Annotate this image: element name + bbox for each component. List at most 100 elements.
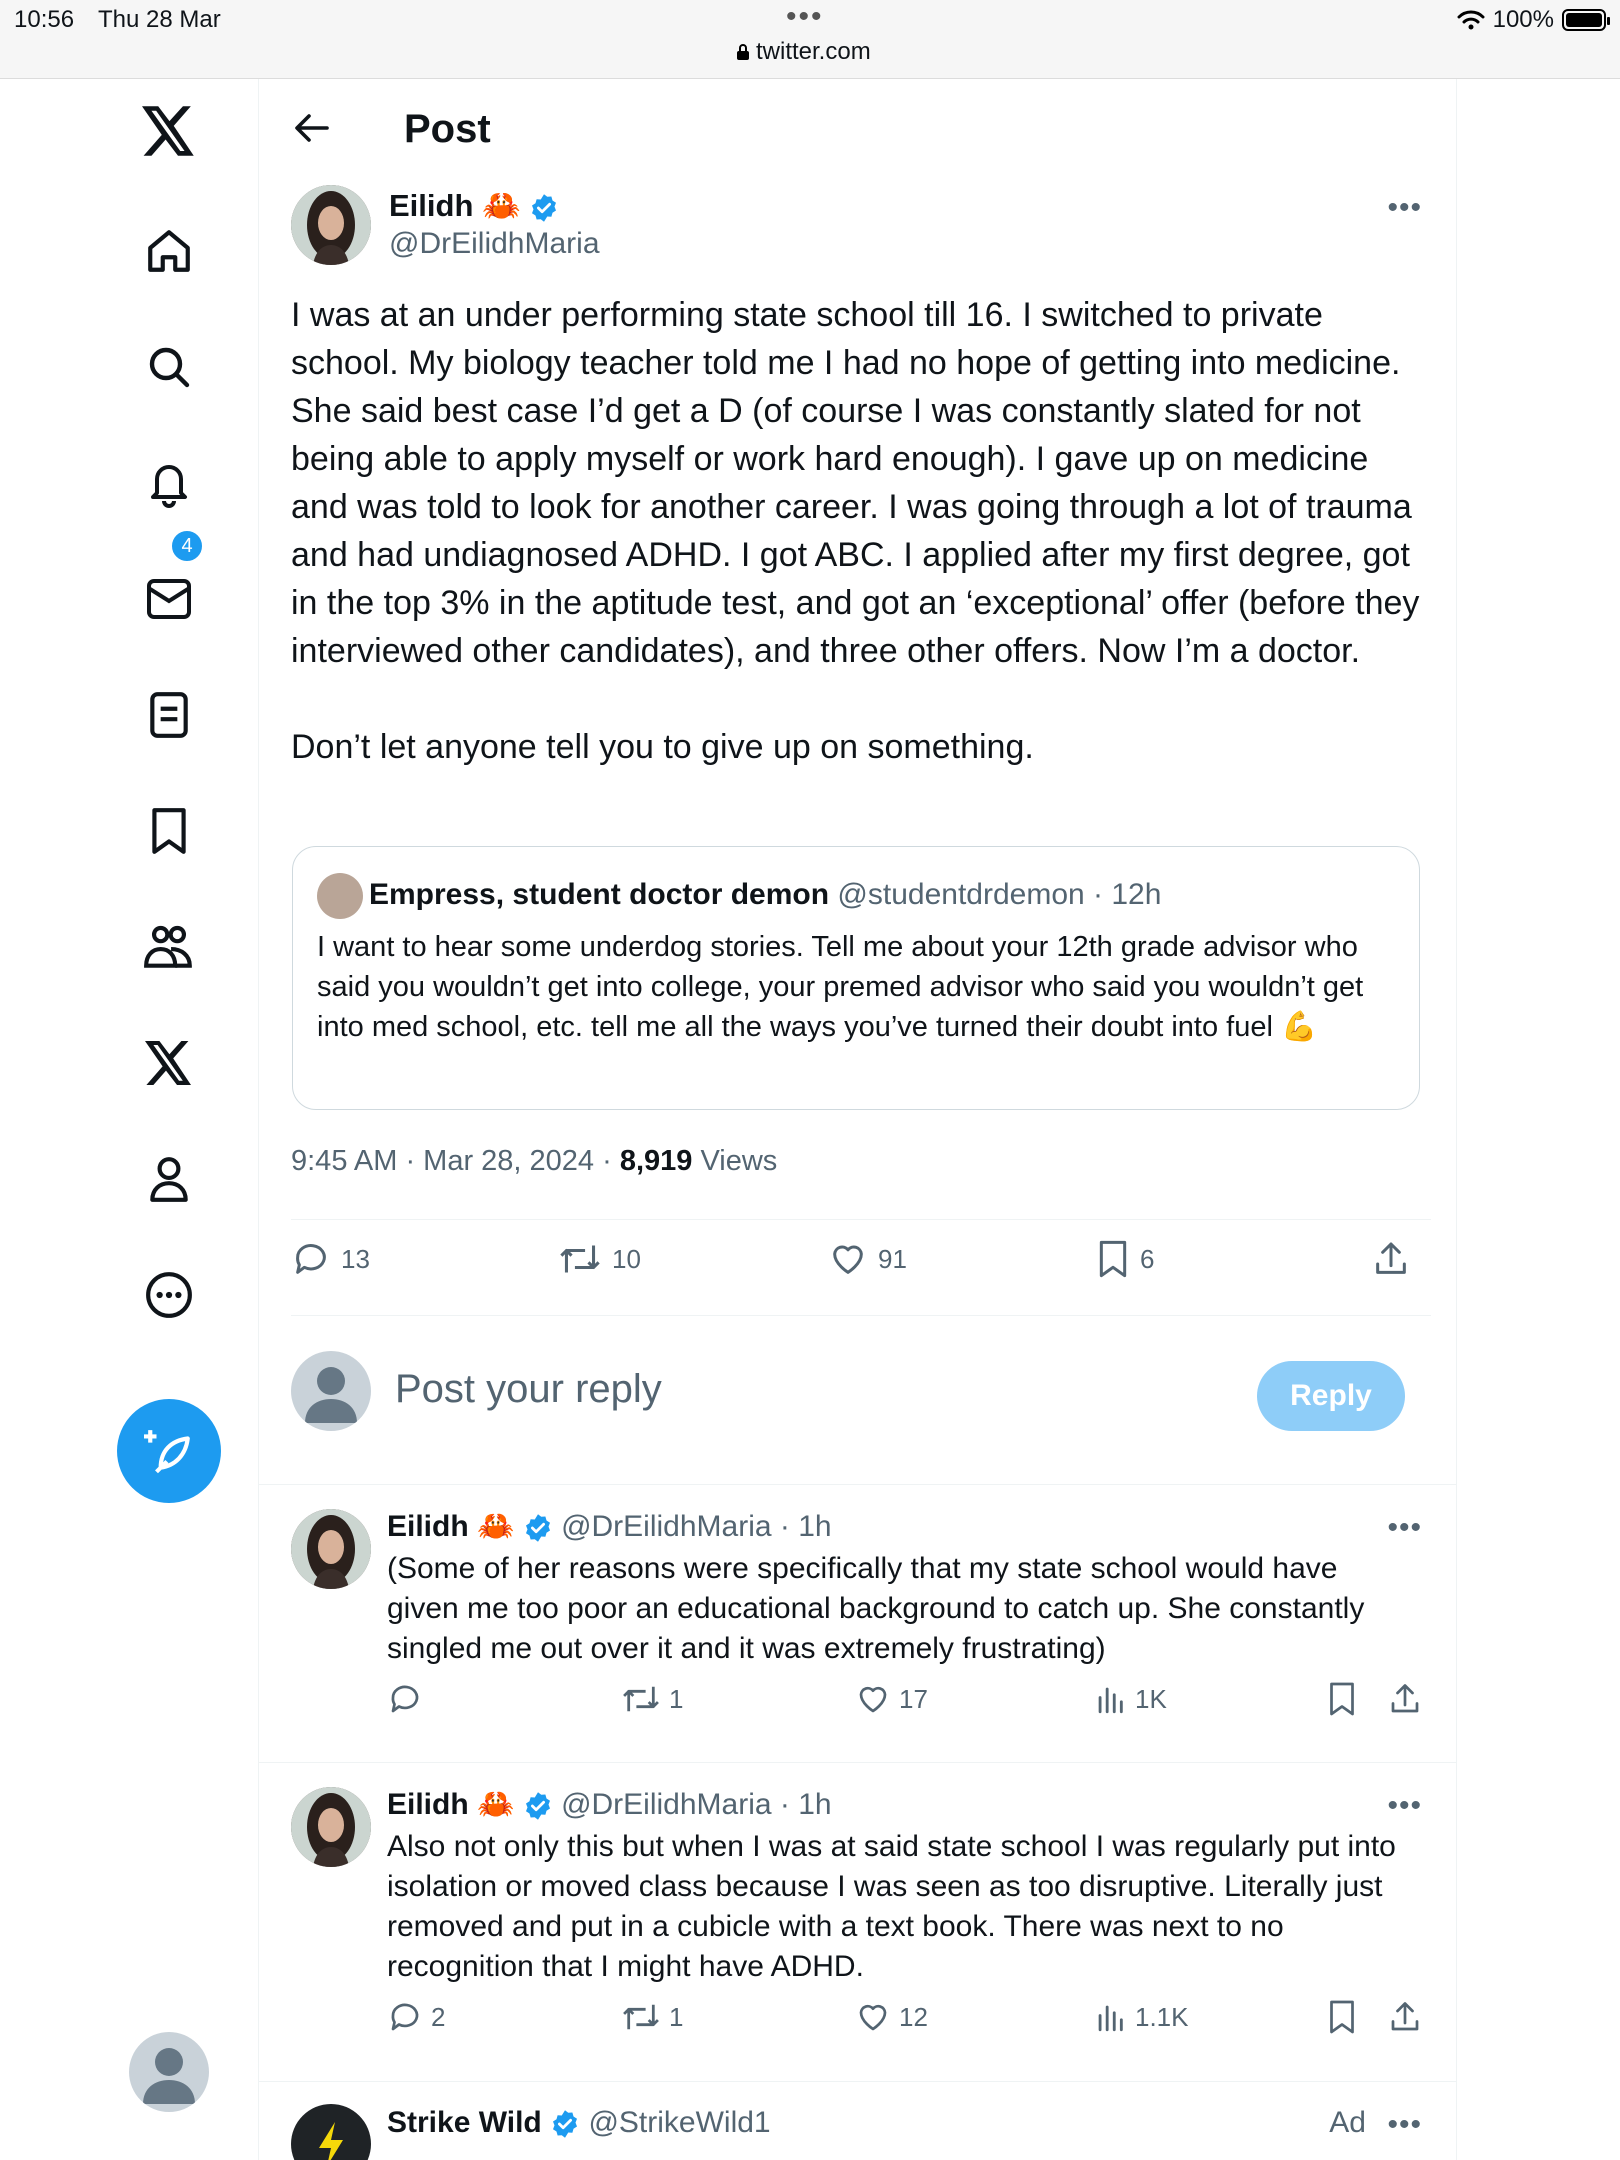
- notification-badge: 4: [170, 529, 204, 563]
- quill-plus-icon: [144, 1430, 190, 1474]
- profile-icon[interactable]: [139, 1149, 199, 1209]
- reply-more-icon[interactable]: •••: [1387, 1789, 1422, 1823]
- x-logo-icon[interactable]: [139, 101, 199, 161]
- bookmark-icon: [1330, 1682, 1354, 1716]
- back-button[interactable]: [294, 113, 330, 148]
- like-action[interactable]: 91: [828, 1239, 907, 1279]
- author-name-line[interactable]: Eilidh 🦀: [389, 187, 559, 224]
- reply-like-action[interactable]: 17: [855, 1681, 928, 1717]
- bookmarks-icon[interactable]: [139, 801, 199, 861]
- reply-views-action[interactable]: 1.1K: [1093, 1999, 1189, 2035]
- divider: [291, 1219, 1431, 1220]
- bookmark-count: 6: [1140, 1243, 1155, 1274]
- reply-author-avatar[interactable]: [291, 1787, 371, 1867]
- author-avatar[interactable]: [291, 185, 371, 265]
- repost-action[interactable]: 10: [558, 1239, 641, 1279]
- sidebar-nav: 4: [0, 79, 258, 2160]
- post-more-icon[interactable]: •••: [1387, 191, 1422, 225]
- reply-bookmark-action[interactable]: [1327, 1681, 1357, 1717]
- lightning-icon: [319, 2122, 343, 2160]
- ad-author-name[interactable]: Strike Wild: [387, 2106, 542, 2139]
- main-column: Post Eilidh 🦀 @DrEilidhMaria ••• I was a…: [258, 79, 1457, 2160]
- home-icon[interactable]: [139, 221, 199, 281]
- verified-badge-icon: [525, 1792, 550, 1820]
- author-name: Eilidh: [389, 188, 474, 223]
- default-avatar-icon: [305, 1367, 357, 1423]
- quoted-post[interactable]: Empress, student doctor demon @studentdr…: [292, 846, 1420, 1110]
- views-bar-chart-icon: [1098, 2005, 1123, 2032]
- address-bar[interactable]: twitter.com: [736, 38, 871, 66]
- reply-share-action[interactable]: [1387, 1999, 1423, 2035]
- post-actions: 13 10 91 6: [291, 1239, 1431, 1299]
- reply-text: Also not only this but when I was at sai…: [387, 1830, 1396, 1983]
- post-views-count: 8,919: [619, 1145, 693, 1177]
- reply-share-action[interactable]: [1387, 1681, 1423, 1717]
- reply-time: · 1h: [779, 1510, 832, 1543]
- search-icon[interactable]: [139, 337, 199, 397]
- reply-input[interactable]: Post your reply: [395, 1367, 662, 1412]
- reply-repost-count: 1: [669, 2001, 684, 2032]
- reply-item[interactable]: Eilidh 🦀 @DrEilidhMaria · 1h ••• (Some o…: [259, 1485, 1456, 1763]
- repost-icon: [623, 1686, 659, 1712]
- premium-x-icon[interactable]: [139, 1033, 199, 1093]
- reply-author-avatar[interactable]: [291, 1509, 371, 1589]
- reply-author-handle[interactable]: @DrEilidhMaria: [561, 1788, 772, 1821]
- heart-icon: [859, 2004, 887, 2031]
- reply-like-count: 17: [899, 1683, 928, 1714]
- wifi-icon: [1457, 10, 1485, 30]
- author-handle[interactable]: @DrEilidhMaria: [389, 227, 600, 261]
- multitasking-dots-icon[interactable]: •••: [786, 0, 824, 34]
- reply-reply-action[interactable]: 2: [387, 1999, 445, 2035]
- reply-views-action[interactable]: 1K: [1093, 1681, 1167, 1717]
- reply-author-name[interactable]: Eilidh: [387, 1510, 469, 1543]
- more-options-icon[interactable]: [139, 1265, 199, 1325]
- reply-reply-action[interactable]: [387, 1681, 431, 1717]
- messages-mail-icon[interactable]: [139, 569, 199, 629]
- ad-post[interactable]: Strike Wild @StrikeWild1 Ad •••: [259, 2082, 1456, 2160]
- verified-badge-icon: [525, 1514, 550, 1542]
- reply-more-icon[interactable]: •••: [1387, 1511, 1422, 1545]
- quoted-author-avatar[interactable]: [317, 873, 363, 919]
- reply-like-action[interactable]: 12: [855, 1999, 928, 2035]
- page-title: Post: [404, 107, 491, 151]
- quoted-author-name: Empress, student doctor demon: [369, 877, 830, 911]
- reply-button[interactable]: Reply: [1257, 1361, 1405, 1431]
- reply-author-emoji: 🦀: [477, 1510, 515, 1543]
- post-meta: 9:45 AM · Mar 28, 2024 · 8,919 Views: [291, 1145, 777, 1178]
- verified-badge-icon: [532, 194, 557, 222]
- lock-icon: [737, 44, 749, 60]
- repost-icon: [560, 1245, 600, 1273]
- arrow-left-icon: [295, 114, 329, 142]
- compose-post-button[interactable]: [117, 1399, 221, 1503]
- account-avatar[interactable]: [129, 2032, 209, 2112]
- reply-like-count: 12: [899, 2001, 928, 2032]
- reply-header: Eilidh 🦀 @DrEilidhMaria · 1h: [387, 1787, 832, 1822]
- reply-icon: [296, 1244, 326, 1274]
- repost-icon: [623, 2004, 659, 2030]
- share-action[interactable]: [1371, 1239, 1411, 1279]
- post-text: I was at an under performing state schoo…: [291, 291, 1431, 771]
- reply-action[interactable]: 13: [291, 1239, 370, 1279]
- like-count: 91: [878, 1243, 907, 1274]
- reply-repost-action[interactable]: 1: [621, 1999, 683, 2035]
- notifications-bell-icon[interactable]: [139, 453, 199, 513]
- reply-author-handle[interactable]: @DrEilidhMaria: [561, 1510, 772, 1543]
- bookmark-icon: [1330, 2000, 1354, 2034]
- reply-views-count: 1.1K: [1135, 2001, 1189, 2032]
- bookmark-action[interactable]: 6: [1096, 1239, 1154, 1279]
- reply-icon: [391, 2003, 419, 2031]
- lists-icon[interactable]: [139, 685, 199, 745]
- ad-more-icon[interactable]: •••: [1387, 2108, 1422, 2142]
- reply-bookmark-action[interactable]: [1327, 1999, 1357, 2035]
- ad-author-handle[interactable]: @StrikeWild1: [588, 2106, 770, 2139]
- communities-icon[interactable]: [139, 917, 199, 977]
- reply-count: 13: [341, 1243, 370, 1274]
- ad-author-avatar[interactable]: [291, 2104, 371, 2160]
- reply-item[interactable]: Eilidh 🦀 @DrEilidhMaria · 1h ••• Also no…: [259, 1763, 1456, 2081]
- reply-reply-count: 2: [431, 2001, 446, 2032]
- post-timestamp[interactable]: 9:45 AM · Mar 28, 2024 ·: [291, 1145, 620, 1177]
- post-paragraph-2: Don’t let anyone tell you to give up on …: [291, 728, 1034, 766]
- reply-author-name[interactable]: Eilidh: [387, 1788, 469, 1821]
- reply-repost-action[interactable]: 1: [621, 1681, 683, 1717]
- battery-icon: [1562, 9, 1610, 31]
